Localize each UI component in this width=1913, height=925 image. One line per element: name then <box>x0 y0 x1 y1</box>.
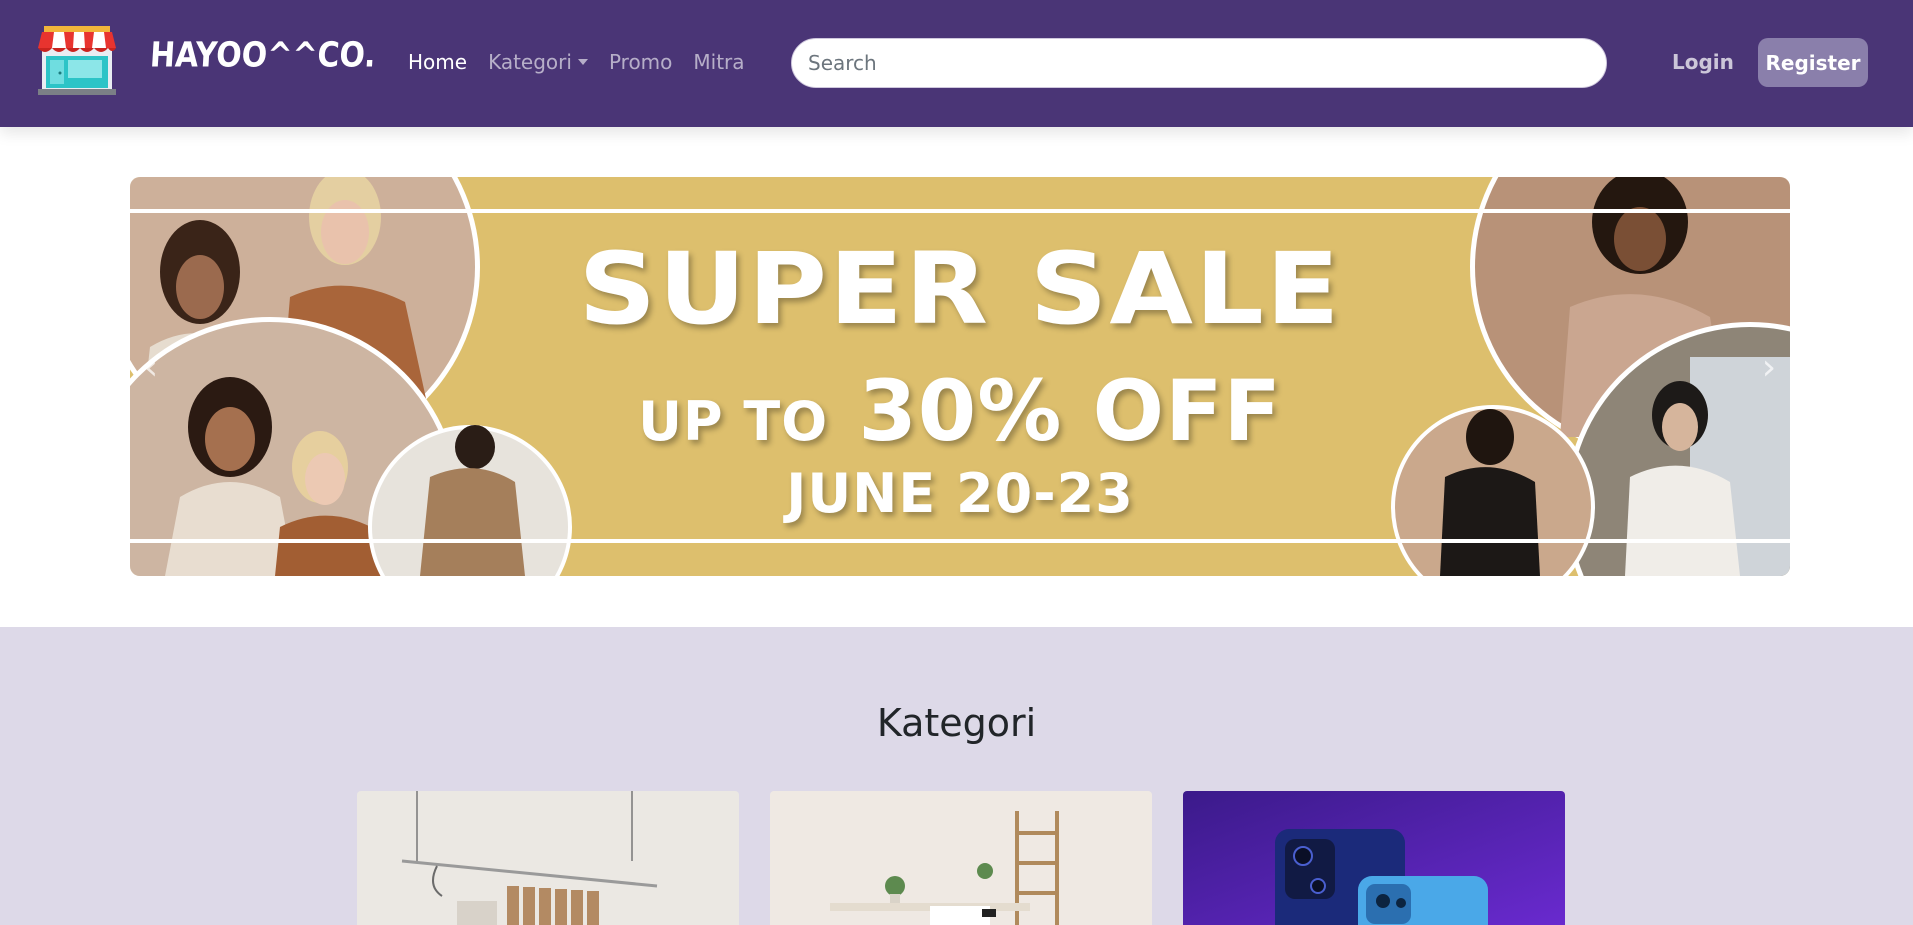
sale-discount-main: 30% OFF <box>858 362 1282 460</box>
category-card-gadgets[interactable] <box>1183 791 1565 925</box>
sale-headline: SUPER SALE <box>578 232 1342 347</box>
search-input[interactable] <box>791 38 1607 88</box>
chevron-left-icon[interactable]: ‹ <box>136 347 166 388</box>
caret-down-icon <box>577 58 588 65</box>
smartphones-image <box>1183 791 1565 925</box>
storefront-icon[interactable] <box>38 26 116 96</box>
banner-bottom-rule <box>130 539 1790 543</box>
top-navbar: HAYOO^^CO. Home Kategori Promo Mitra Log… <box>0 0 1913 127</box>
chevron-right-icon[interactable]: › <box>1754 347 1784 388</box>
sale-discount: UP TO 30% OFF <box>130 362 1790 460</box>
sale-dates: JUNE 20-23 <box>786 462 1134 525</box>
brand-name[interactable]: HAYOO^^CO. <box>149 35 377 75</box>
nav-home[interactable]: Home <box>408 50 467 74</box>
kategori-section: Kategori <box>0 627 1913 925</box>
nav-mitra[interactable]: Mitra <box>693 50 744 74</box>
main-nav: Home Kategori Promo Mitra <box>408 50 766 74</box>
section-title: Kategori <box>876 701 1037 745</box>
banner-top-rule <box>130 209 1790 213</box>
clothing-rack-image <box>357 791 739 925</box>
nav-promo[interactable]: Promo <box>609 50 672 74</box>
category-card-clothing[interactable] <box>357 791 739 925</box>
nav-kategori-dropdown[interactable]: Kategori <box>488 50 588 74</box>
promo-carousel[interactable]: SUPER SALE UP TO 30% OFF JUNE 20-23 ‹ › <box>130 177 1790 576</box>
login-button[interactable]: Login <box>1662 38 1744 86</box>
sale-discount-prefix: UP TO <box>638 390 829 453</box>
nav-kategori-label: Kategori <box>488 50 572 74</box>
home-living-image <box>770 791 1152 925</box>
register-button[interactable]: Register <box>1758 38 1868 87</box>
category-card-home[interactable] <box>770 791 1152 925</box>
